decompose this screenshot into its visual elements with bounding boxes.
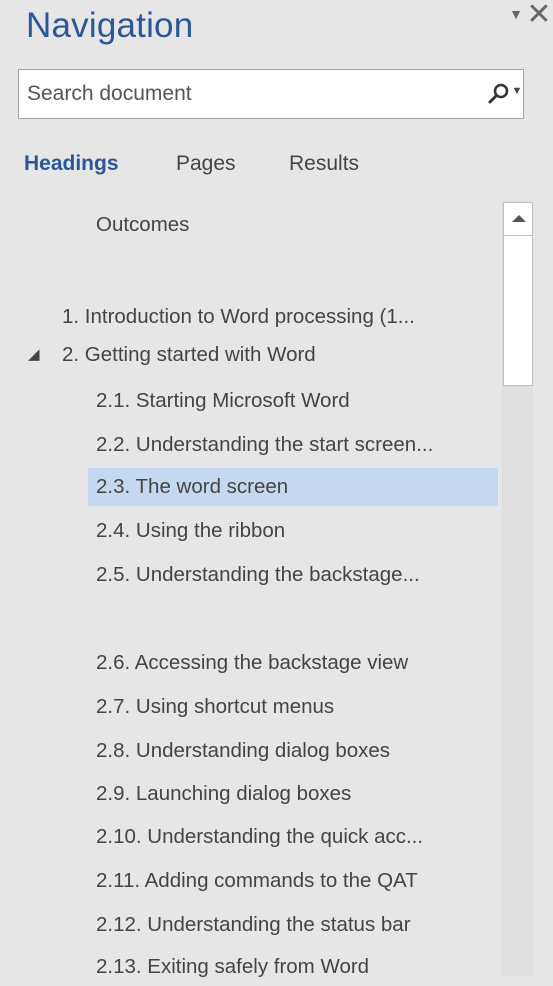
heading-item[interactable]: 2.12. Understanding the status bar	[96, 906, 411, 944]
heading-item[interactable]: Outcomes	[96, 206, 189, 244]
tab-pages[interactable]: Pages	[176, 144, 236, 184]
scroll-thumb[interactable]	[503, 236, 533, 386]
pane-options-dropdown-icon[interactable]: ▼	[508, 6, 524, 26]
heading-item[interactable]: 2.1. Starting Microsoft Word	[96, 382, 350, 420]
search-input[interactable]	[19, 70, 459, 118]
tab-headings[interactable]: Headings	[24, 144, 119, 184]
heading-item[interactable]: 2.13. Exiting safely from Word	[96, 948, 369, 986]
vertical-scrollbar[interactable]	[502, 202, 533, 976]
heading-item[interactable]: 2.11. Adding commands to the QAT	[96, 862, 418, 900]
heading-item[interactable]: 2. Getting started with Word	[62, 336, 316, 374]
pane-title: Navigation	[26, 6, 194, 45]
scroll-up-arrow-icon	[512, 215, 526, 222]
scroll-up-button[interactable]	[503, 202, 533, 236]
search-box: ▼	[18, 69, 524, 119]
heading-item[interactable]: 2.10. Understanding the quick acc...	[96, 818, 423, 856]
tab-strip: Headings Pages Results	[0, 144, 553, 184]
heading-item[interactable]: 2.8. Understanding dialog boxes	[96, 732, 390, 770]
tab-results[interactable]: Results	[289, 144, 359, 184]
heading-item[interactable]: 2.4. Using the ribbon	[96, 512, 285, 550]
heading-item[interactable]: 2.5. Understanding the backstage...	[96, 556, 420, 594]
search-options-dropdown-icon[interactable]: ▼	[511, 85, 523, 103]
search-icon[interactable]	[487, 82, 511, 106]
heading-item[interactable]: 2.9. Launching dialog boxes	[96, 775, 351, 813]
heading-item[interactable]: 2.7. Using shortcut menus	[96, 688, 334, 726]
headings-tree: Outcomes 1. Introduction to Word process…	[0, 200, 500, 978]
heading-item-selected[interactable]: 2.3. The word screen	[88, 468, 498, 506]
heading-item[interactable]: 2.2. Understanding the start screen...	[96, 426, 433, 464]
navigation-pane: Navigation ▼ ✕ ▼ Headings Pages Results …	[0, 0, 553, 978]
collapse-triangle-icon[interactable]: ◢	[28, 336, 46, 374]
close-icon[interactable]: ✕	[526, 0, 552, 30]
heading-item[interactable]: 2.6. Accessing the backstage view	[96, 644, 408, 682]
heading-item[interactable]: 1. Introduction to Word processing (1...	[62, 298, 415, 336]
